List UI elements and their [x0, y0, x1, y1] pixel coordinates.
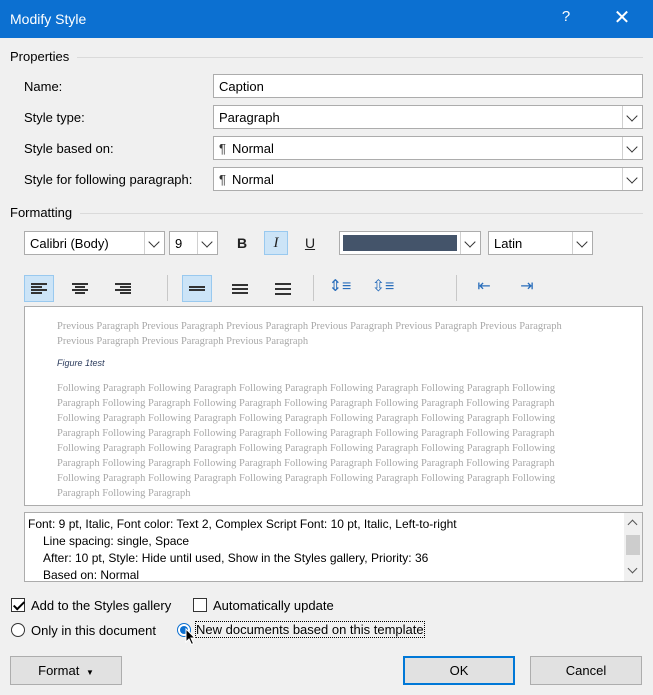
- script-value: Latin: [494, 236, 523, 251]
- style-preview: Previous Paragraph Previous Paragraph Pr…: [24, 306, 643, 506]
- spacing-decrease-icon: ⇳≡: [371, 278, 395, 295]
- single-spacing-button[interactable]: [182, 275, 212, 302]
- scroll-up-icon[interactable]: [627, 519, 638, 530]
- align-right-button[interactable]: [108, 275, 138, 302]
- align-center-icon: [72, 283, 88, 295]
- pilcrow-icon: ¶: [219, 172, 226, 187]
- chevron-down-icon: [464, 236, 476, 248]
- decrease-indent-button[interactable]: ⇤: [469, 275, 499, 302]
- following-paragraph-preview: Following Paragraph Following Paragraph …: [57, 383, 556, 499]
- title-bar: Modify Style ? ✕: [0, 0, 653, 38]
- window-title: Modify Style: [10, 11, 87, 27]
- based-on-dropdown-button[interactable]: [622, 137, 642, 159]
- name-label: Name:: [24, 79, 63, 94]
- new-documents-label[interactable]: New documents based on this template: [195, 621, 425, 638]
- based-on-label: Style based on:: [24, 141, 114, 156]
- following-paragraph-label: Style for following paragraph:: [24, 172, 193, 187]
- dropdown-arrow-icon: ▼: [85, 668, 94, 677]
- align-left-button[interactable]: [24, 275, 54, 302]
- font-select[interactable]: Calibri (Body): [24, 231, 165, 255]
- toolbar-separator: [313, 275, 314, 301]
- style-type-dropdown-button[interactable]: [622, 106, 642, 128]
- chevron-down-icon: [626, 172, 638, 184]
- description-line: Font: 9 pt, Italic, Font color: Text 2, …: [28, 517, 457, 531]
- description-line: Line spacing: single, Space: [43, 534, 190, 548]
- underline-button[interactable]: U: [298, 231, 322, 255]
- italic-button[interactable]: I: [264, 231, 288, 255]
- format-button[interactable]: Format ▼: [10, 656, 122, 685]
- bold-button[interactable]: B: [230, 231, 254, 255]
- description-scrollbar[interactable]: [624, 513, 642, 581]
- following-paragraph-value: Normal: [231, 172, 274, 187]
- one-half-spacing-icon: [232, 283, 248, 295]
- only-this-document-radio[interactable]: [11, 623, 25, 637]
- formatting-divider: [80, 213, 643, 214]
- description-line: Based on: Normal: [43, 568, 140, 582]
- one-half-spacing-button[interactable]: [225, 275, 255, 302]
- auto-update-checkbox[interactable]: [193, 598, 207, 612]
- properties-group-label: Properties: [10, 49, 70, 64]
- auto-update-label[interactable]: Automatically update: [213, 598, 334, 613]
- double-spacing-button[interactable]: [268, 275, 298, 302]
- indent-icon: ⇥: [520, 278, 534, 295]
- cancel-button[interactable]: Cancel: [530, 656, 642, 685]
- based-on-select[interactable]: ¶ Normal: [213, 136, 643, 160]
- font-color-dropdown-button[interactable]: [460, 232, 480, 254]
- font-dropdown-button[interactable]: [144, 232, 164, 254]
- decrease-spacing-button[interactable]: ⇳≡: [368, 275, 398, 302]
- script-dropdown-button[interactable]: [572, 232, 592, 254]
- align-right-icon: [115, 283, 131, 295]
- align-left-icon: [31, 283, 47, 295]
- formatting-group-label: Formatting: [10, 205, 73, 220]
- following-paragraph-select[interactable]: ¶ Normal: [213, 167, 643, 191]
- scroll-thumb[interactable]: [626, 535, 640, 555]
- increase-indent-button[interactable]: ⇥: [512, 275, 542, 302]
- name-input[interactable]: Caption: [213, 74, 643, 98]
- font-color-select[interactable]: [339, 231, 481, 255]
- chevron-down-icon: [201, 236, 213, 248]
- style-type-label: Style type:: [24, 110, 85, 125]
- following-paragraph-dropdown-button[interactable]: [622, 168, 642, 190]
- font-color-swatch: [343, 235, 457, 251]
- font-size-dropdown-button[interactable]: [197, 232, 217, 254]
- toolbar-separator: [167, 275, 168, 301]
- properties-divider: [77, 57, 643, 58]
- single-spacing-icon: [189, 284, 205, 296]
- description-line: After: 10 pt, Style: Hide until used, Sh…: [43, 551, 429, 565]
- outdent-icon: ⇤: [477, 278, 491, 295]
- double-spacing-icon: [275, 283, 291, 295]
- align-center-button[interactable]: [65, 275, 95, 302]
- close-button[interactable]: ✕: [608, 6, 636, 30]
- font-size-value: 9: [175, 236, 183, 251]
- add-to-gallery-label[interactable]: Add to the Styles gallery: [31, 598, 171, 613]
- chevron-down-icon: [148, 236, 160, 248]
- font-size-select[interactable]: 9: [169, 231, 218, 255]
- font-value: Calibri (Body): [30, 236, 109, 251]
- style-description: Font: 9 pt, Italic, Font color: Text 2, …: [24, 512, 643, 582]
- style-type-select[interactable]: Paragraph: [213, 105, 643, 129]
- ok-button[interactable]: OK: [403, 656, 515, 685]
- spacing-increase-icon: ⇕≡: [328, 278, 352, 295]
- format-button-label: Format: [38, 663, 80, 678]
- chevron-down-icon: [626, 141, 638, 153]
- chevron-down-icon: [626, 110, 638, 122]
- previous-paragraph-preview: Previous Paragraph Previous Paragraph Pr…: [57, 321, 562, 347]
- add-to-gallery-checkbox[interactable]: [11, 598, 25, 612]
- pilcrow-icon: ¶: [219, 141, 226, 156]
- increase-spacing-button[interactable]: ⇕≡: [325, 275, 355, 302]
- only-this-document-label[interactable]: Only in this document: [31, 623, 156, 638]
- name-input-value: Caption: [219, 79, 264, 94]
- scroll-down-icon[interactable]: [627, 563, 638, 574]
- mouse-cursor-icon: [185, 628, 197, 646]
- help-button[interactable]: ?: [556, 8, 576, 25]
- caption-preview: Figure 1test: [57, 358, 105, 368]
- style-type-value: Paragraph: [219, 110, 280, 125]
- chevron-down-icon: [576, 236, 588, 248]
- script-select[interactable]: Latin: [488, 231, 593, 255]
- toolbar-separator: [456, 275, 457, 301]
- based-on-value: Normal: [231, 141, 274, 156]
